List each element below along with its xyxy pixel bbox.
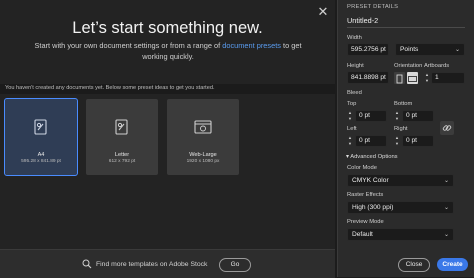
section-title: PRESET DETAILS xyxy=(347,4,399,10)
chevron-down-icon: ⌄ xyxy=(454,47,460,53)
preset-dims: 595.28 x 841.89 pt xyxy=(21,159,61,164)
preset-dims: 612 x 792 pt xyxy=(108,159,136,164)
document-preset-icon xyxy=(115,119,128,135)
chevron-down-icon: ⌄ xyxy=(443,205,449,211)
hero-subtitle: Start with your own document settings or… xyxy=(28,40,308,62)
advanced-options-label: Advanced Options xyxy=(350,154,398,160)
close-button[interactable]: Close xyxy=(398,258,430,272)
bleed-top-label: Top xyxy=(347,101,357,107)
chevron-down-icon: ▼ xyxy=(348,141,352,146)
subtitle-text: Start with your own document settings or… xyxy=(34,41,223,50)
landscape-icon xyxy=(408,76,417,82)
bleed-right-field[interactable]: 0 pt xyxy=(402,135,434,147)
bleed-left-field[interactable]: 0 pt xyxy=(355,135,387,147)
bleed-left-stepper[interactable]: ▲ ▼ xyxy=(347,135,353,147)
width-label: Width xyxy=(347,35,362,41)
presets-notice: You haven't created any documents yet. B… xyxy=(5,85,215,91)
preset-name: A4 xyxy=(37,152,45,158)
preview-mode-label: Preview Mode xyxy=(347,219,384,225)
bleed-top-field[interactable]: 0 pt xyxy=(355,110,387,122)
color-mode-value: CMYK Color xyxy=(352,177,389,184)
create-button[interactable]: Create xyxy=(437,258,468,271)
portrait-orientation-button[interactable] xyxy=(394,72,405,84)
start-panel: ✕ Let’s start something new. Start with … xyxy=(0,0,335,278)
close-icon[interactable]: ✕ xyxy=(316,5,330,19)
link-icon xyxy=(442,125,452,131)
artboards-field[interactable]: 1 xyxy=(431,72,465,84)
search-icon xyxy=(82,259,92,269)
preset-name: Web-Large xyxy=(189,152,217,158)
color-mode-select[interactable]: CMYK Color ⌄ xyxy=(347,174,454,187)
bleed-right-stepper[interactable]: ▲ ▼ xyxy=(394,135,400,147)
bleed-bottom-stepper[interactable]: ▲ ▼ xyxy=(394,110,400,122)
bleed-left-label: Left xyxy=(347,126,357,132)
preset-card-web-large[interactable]: Web-Large 1920 x 1080 px xyxy=(167,99,239,175)
preview-mode-value: Default xyxy=(352,231,373,238)
go-button[interactable]: Go xyxy=(219,258,251,272)
web-preset-icon xyxy=(194,120,212,134)
stock-search-text[interactable]: Find more templates on Adobe Stock xyxy=(96,261,207,268)
bleed-bottom-label: Bottom xyxy=(394,101,413,107)
raster-effects-value: High (300 ppi) xyxy=(352,204,394,211)
preset-name: Letter xyxy=(114,152,130,158)
advanced-options-toggle[interactable]: ▾ Advanced Options xyxy=(346,154,398,160)
units-select[interactable]: Points ⌄ xyxy=(395,43,465,56)
height-field[interactable]: 841.8898 pt xyxy=(347,71,389,84)
color-mode-label: Color Mode xyxy=(347,165,377,171)
chevron-down-icon: ▼ xyxy=(395,116,399,121)
landscape-orientation-button[interactable] xyxy=(407,72,418,84)
raster-effects-select[interactable]: High (300 ppi) ⌄ xyxy=(347,201,454,214)
link-bleed-button[interactable] xyxy=(440,121,454,135)
chevron-down-icon: ▼ xyxy=(348,116,352,121)
preview-mode-select[interactable]: Default ⌄ xyxy=(347,228,454,241)
chevron-down-icon: ▼ xyxy=(395,141,399,146)
document-presets-link[interactable]: document presets xyxy=(222,41,281,50)
bleed-bottom-field[interactable]: 0 pt xyxy=(402,110,434,122)
page-title: Let’s start something new. xyxy=(72,19,263,37)
preset-dims: 1920 x 1080 px xyxy=(186,159,220,164)
artboards-label: Artboards xyxy=(424,63,450,69)
stock-search-bar: Find more templates on Adobe Stock Go xyxy=(0,249,335,278)
document-name-underline xyxy=(347,27,465,28)
artboards-stepper[interactable]: ▲ ▼ xyxy=(424,72,430,84)
chevron-down-icon: ▼ xyxy=(425,78,429,83)
portrait-icon xyxy=(396,74,403,84)
bleed-right-label: Right xyxy=(394,126,408,132)
bleed-label: Bleed xyxy=(347,90,362,96)
document-name-field[interactable]: Untitled-2 xyxy=(347,16,378,25)
preset-card-letter[interactable]: Letter 612 x 792 pt xyxy=(86,99,158,175)
width-field[interactable]: 595.2756 pt xyxy=(347,43,389,56)
chevron-down-icon: ⌄ xyxy=(443,232,449,238)
bleed-top-stepper[interactable]: ▲ ▼ xyxy=(347,110,353,122)
document-preset-icon xyxy=(34,119,47,135)
orientation-label: Orientation xyxy=(394,63,423,69)
units-value: Points xyxy=(400,46,419,53)
preset-card-a4[interactable]: A4 595.28 x 841.89 pt xyxy=(4,98,78,176)
raster-effects-label: Raster Effects xyxy=(347,192,384,198)
chevron-down-icon: ⌄ xyxy=(443,178,449,184)
height-label: Height xyxy=(347,63,364,69)
